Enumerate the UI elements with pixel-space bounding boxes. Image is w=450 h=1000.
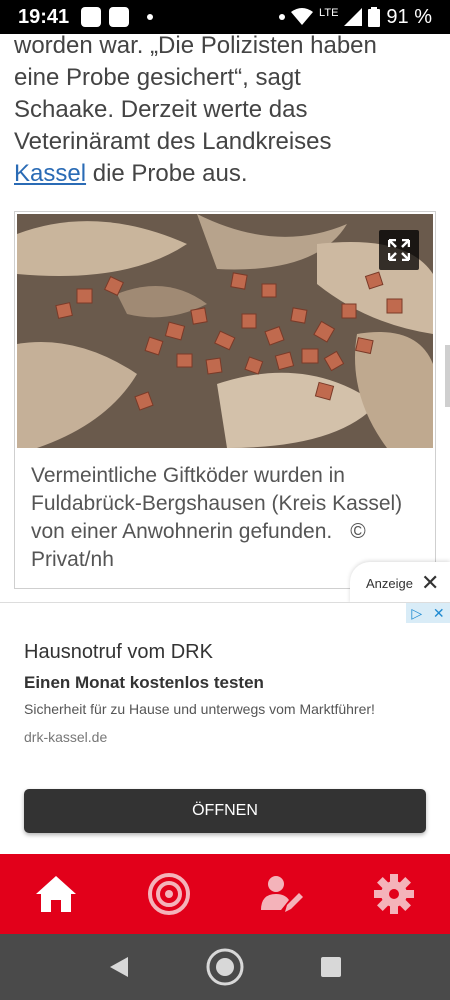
battery-level: 91 % bbox=[386, 5, 432, 28]
adchoices-icon[interactable]: ▷ bbox=[411, 605, 422, 622]
ad-label-tab: Anzeige ✕ bbox=[350, 562, 450, 604]
nav-profile[interactable] bbox=[251, 864, 311, 924]
article-photo[interactable] bbox=[17, 214, 433, 448]
article-line: eine Probe gesichert“, sagt bbox=[14, 64, 301, 91]
notification-icon bbox=[81, 7, 102, 27]
profile-edit-icon bbox=[261, 876, 304, 912]
kassel-link[interactable]: Kassel bbox=[14, 160, 86, 187]
bait-photo-illustration bbox=[17, 214, 433, 448]
status-bar: 19:41 LTE 91 % bbox=[0, 0, 450, 34]
ad-title[interactable]: Hausnotruf vom DRK bbox=[24, 641, 213, 664]
home-icon bbox=[36, 876, 77, 912]
clock: 19:41 bbox=[18, 5, 70, 28]
battery-icon bbox=[368, 7, 381, 27]
article-line: Veterinäramt des Landkreises bbox=[14, 128, 332, 155]
fullscreen-button[interactable] bbox=[379, 230, 419, 270]
ad-label: Anzeige bbox=[366, 575, 413, 591]
ad-headline[interactable]: Einen Monat kostenlos testen bbox=[24, 673, 264, 693]
gear-icon bbox=[373, 874, 414, 914]
home-circle-icon[interactable] bbox=[205, 947, 245, 987]
article-line: worden war. „Die Polizisten haben bbox=[14, 32, 377, 59]
figure-caption: Vermeintliche Giftköder wurden in Fuldab… bbox=[31, 462, 421, 574]
system-navigation bbox=[0, 934, 450, 1000]
open-ad-button[interactable]: ÖFFNEN bbox=[24, 789, 426, 833]
close-ad-button[interactable]: ✕ bbox=[421, 572, 439, 594]
close-icon[interactable]: ✕ bbox=[433, 605, 445, 622]
recents-icon[interactable] bbox=[320, 956, 342, 978]
bottom-navigation bbox=[0, 854, 450, 934]
article-line: Schaake. Derzeit werte das bbox=[14, 96, 308, 123]
article-line: Kassel die Probe aus. bbox=[14, 158, 434, 190]
ad-url[interactable]: drk-kassel.de bbox=[24, 729, 107, 745]
article-body: worden war. „Die Polizisten haben eine P… bbox=[14, 30, 434, 190]
back-icon[interactable] bbox=[108, 955, 130, 979]
nav-home[interactable] bbox=[26, 864, 86, 924]
expand-icon bbox=[388, 239, 410, 261]
target-icon bbox=[147, 873, 190, 915]
ad-description: Sicherheit für zu Hause und unterwegs vo… bbox=[24, 701, 375, 717]
wifi-icon bbox=[291, 8, 314, 25]
dot-icon bbox=[147, 14, 154, 20]
nav-target[interactable] bbox=[139, 864, 199, 924]
adchoices-badge[interactable]: ▷ ✕ bbox=[406, 603, 450, 623]
scrollbar[interactable] bbox=[445, 345, 450, 407]
dot-icon bbox=[279, 14, 286, 20]
ad-banner[interactable]: ▷ ✕ Hausnotruf vom DRK Einen Monat koste… bbox=[0, 602, 450, 854]
notification-icon bbox=[109, 7, 130, 27]
article-text: die Probe aus. bbox=[86, 160, 248, 187]
article-figure: Vermeintliche Giftköder wurden in Fuldab… bbox=[14, 211, 436, 589]
nav-settings[interactable] bbox=[364, 864, 424, 924]
signal-icon bbox=[344, 8, 363, 26]
caption-text: Vermeintliche Giftköder wurden in Fuldab… bbox=[31, 464, 403, 543]
network-type: LTE bbox=[319, 7, 339, 19]
